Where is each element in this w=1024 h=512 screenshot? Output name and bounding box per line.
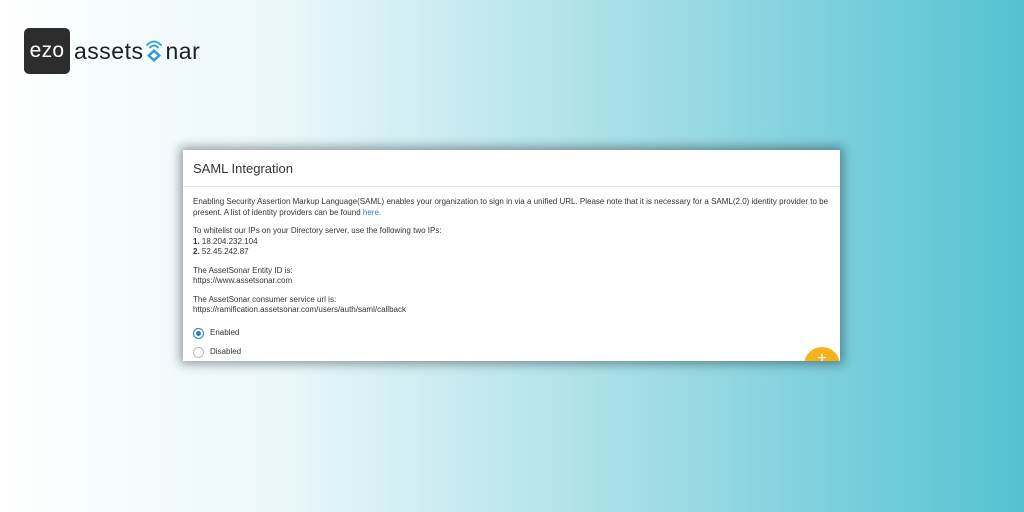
card-body: Enabling Security Assertion Markup Langu…	[183, 187, 840, 361]
identity-providers-link[interactable]: here	[363, 208, 379, 217]
ip-value: 18.204.232.104	[201, 236, 258, 246]
disabled-label: Disabled	[210, 346, 242, 356]
ip-list: To whitelist our IPs on your Directory s…	[193, 226, 830, 258]
disabled-option[interactable]: Disabled	[193, 343, 830, 362]
assetsonar-logo: ezo assets nar	[24, 28, 200, 74]
consumer-url-block: The AssetSonar consumer service url is: …	[193, 295, 830, 316]
saml-integration-card: SAML Integration Enabling Security Asser…	[183, 150, 840, 361]
enabled-option[interactable]: Enabled	[193, 324, 830, 343]
logo-word-suffix: nar	[165, 37, 201, 64]
intro-end: .	[378, 207, 382, 217]
intro-text: Enabling Security Assertion Markup Langu…	[193, 197, 830, 218]
card-title: SAML Integration	[183, 150, 840, 187]
ezo-logo-badge: ezo	[24, 28, 70, 74]
logo-word-prefix: assets	[74, 37, 144, 64]
intro-paragraph: Enabling Security Assertion Markup Langu…	[193, 197, 829, 217]
ip-row-1: 1. 18.204.232.104	[193, 237, 830, 248]
sonar-diamond-icon	[144, 38, 164, 64]
logo-wordmark: assets nar	[74, 38, 200, 65]
entity-id-value: https://www.assetsonar.com	[193, 276, 293, 285]
ip-value: 52.45.242.87	[201, 247, 249, 256]
entity-id-block: The AssetSonar Entity ID is: https://www…	[193, 266, 830, 287]
ip-row-2: 2. 52.45.242.87	[193, 247, 830, 258]
consumer-url-value: https://ramification.assetsonar.com/user…	[193, 305, 406, 314]
ip-number: 1.	[193, 236, 200, 246]
entity-id-label: The AssetSonar Entity ID is:	[193, 265, 293, 275]
consumer-url-label: The AssetSonar consumer service url is:	[193, 294, 337, 304]
whitelist-label: To whitelist our IPs on your Directory s…	[193, 226, 442, 235]
enabled-radio[interactable]	[193, 327, 204, 339]
disabled-radio[interactable]	[193, 346, 204, 358]
enabled-label: Enabled	[210, 327, 240, 337]
ip-number: 2.	[193, 247, 200, 256]
